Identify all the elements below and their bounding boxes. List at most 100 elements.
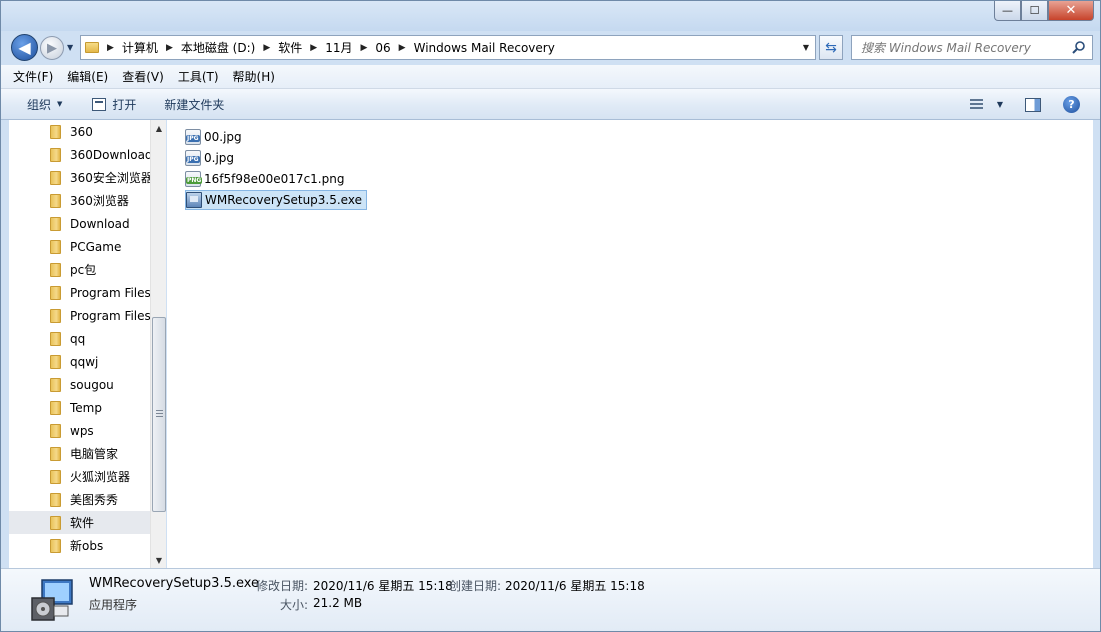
- sidebar-item-label: 360Download: [70, 147, 150, 162]
- forward-button[interactable]: ▶: [40, 36, 64, 60]
- sidebar-item[interactable]: Temp: [9, 396, 150, 419]
- file-name: 16f5f98e00e017c1.png: [204, 172, 345, 186]
- created-date-value: 2020/11/6 星期五 15:18: [505, 579, 645, 593]
- view-options-icon: [969, 99, 983, 110]
- sidebar-item[interactable]: PCGame: [9, 235, 150, 258]
- title-bar[interactable]: — ☐ ✕: [1, 1, 1100, 31]
- organize-label: 组织: [27, 97, 52, 112]
- menu-edit[interactable]: 编辑(E): [67, 68, 108, 85]
- sidebar-item[interactable]: Download: [9, 212, 150, 235]
- file-item[interactable]: 0.jpg: [185, 148, 238, 168]
- scroll-down-arrow[interactable]: ▼: [151, 552, 166, 568]
- file-item[interactable]: WMRecoverySetup3.5.exe: [185, 190, 367, 210]
- breadcrumb-software[interactable]: 软件: [278, 39, 302, 56]
- menu-view[interactable]: 查看(V): [122, 68, 164, 85]
- folder-icon: [85, 42, 99, 53]
- menu-tools[interactable]: 工具(T): [178, 68, 219, 85]
- open-button[interactable]: 打开: [84, 92, 144, 116]
- breadcrumb-computer[interactable]: 计算机: [122, 39, 158, 56]
- help-icon[interactable]: ?: [1063, 96, 1080, 113]
- sidebar-item[interactable]: 360安全浏览器: [9, 166, 150, 189]
- breadcrumb-november[interactable]: 11月: [325, 39, 352, 56]
- file-list[interactable]: 00.jpg 0.jpg 16f5f98e00e017c1.png WMRecover…: [167, 120, 1093, 568]
- open-label: 打开: [112, 97, 137, 112]
- scroll-up-arrow[interactable]: ▲: [151, 120, 166, 136]
- sidebar-item[interactable]: Program Files: [9, 304, 150, 327]
- file-item[interactable]: 00.jpg: [185, 127, 246, 147]
- sidebar-item[interactable]: 360浏览器: [9, 189, 150, 212]
- menu-bar: 文件(F) 编辑(E) 查看(V) 工具(T) 帮助(H): [1, 65, 1100, 89]
- search-icon[interactable]: [1072, 40, 1086, 54]
- breadcrumb-separator[interactable]: ▶: [310, 43, 317, 53]
- sidebar-item-label: qqwj: [70, 354, 99, 369]
- created-date-label: 创建日期:: [449, 579, 502, 593]
- navigation-pane: 360 360Download 360安全浏览器 360浏览器 Download PCGa…: [9, 120, 166, 568]
- address-row: ◀ ▶ ▼ ▶ 计算机 ▶ 本地磁盘 (D:) ▶ 软件 ▶ 11月 ▶ 06 …: [1, 31, 1100, 65]
- sidebar-item-label: 360: [70, 124, 93, 139]
- command-bar: 组织 ▼ 打开 新建文件夹 ▼ ?: [1, 89, 1100, 120]
- breadcrumb-separator[interactable]: ▶: [107, 43, 114, 53]
- sidebar-item[interactable]: Program Files: [9, 281, 150, 304]
- address-history-dropdown[interactable]: ▼: [803, 43, 809, 52]
- png-file-icon: [185, 171, 203, 187]
- breadcrumb-separator[interactable]: ▶: [166, 43, 173, 53]
- breadcrumb-separator[interactable]: ▶: [263, 43, 270, 53]
- recent-pages-dropdown[interactable]: ▼: [67, 43, 73, 52]
- sidebar-item[interactable]: qq: [9, 327, 150, 350]
- folder-icon: [50, 308, 61, 323]
- sidebar-item[interactable]: 美图秀秀: [9, 488, 150, 511]
- organize-button[interactable]: 组织 ▼: [19, 92, 70, 116]
- breadcrumb-current-folder[interactable]: Windows Mail Recovery: [414, 41, 555, 55]
- menu-file[interactable]: 文件(F): [13, 68, 53, 85]
- sidebar-item[interactable]: 火狐浏览器: [9, 465, 150, 488]
- sidebar-item[interactable]: 360: [9, 120, 150, 143]
- folder-icon: [50, 538, 61, 553]
- folder-icon: [50, 147, 61, 162]
- maximize-button[interactable]: ☐: [1021, 1, 1048, 21]
- new-folder-button[interactable]: 新建文件夹: [156, 92, 232, 116]
- sidebar-item[interactable]: 新obs: [9, 534, 150, 557]
- scroll-thumb[interactable]: [152, 317, 166, 512]
- navigation-scrollbar[interactable]: ▲ ▼: [150, 120, 166, 568]
- change-view-button[interactable]: ▼: [969, 99, 1003, 110]
- refresh-button[interactable]: ⇆: [819, 35, 843, 60]
- breadcrumb-separator[interactable]: ▶: [399, 43, 406, 53]
- sidebar-item-label: Download: [70, 216, 130, 231]
- folder-icon: [50, 423, 61, 438]
- sidebar-item-label: Program Files: [70, 285, 150, 300]
- back-button[interactable]: ◀: [11, 34, 38, 61]
- close-button[interactable]: ✕: [1048, 1, 1094, 21]
- folder-icon: [50, 377, 61, 392]
- sidebar-item[interactable]: sougou: [9, 373, 150, 396]
- toolbar-right: ▼ ?: [969, 89, 1100, 120]
- jpg-file-icon: [185, 150, 201, 166]
- folder-icon: [50, 400, 61, 415]
- breadcrumb-separator[interactable]: ▶: [360, 43, 367, 53]
- explorer-window: — ☐ ✕ ◀ ▶ ▼ ▶ 计算机 ▶ 本地磁盘 (D:) ▶ 软件 ▶ 11月…: [0, 0, 1101, 632]
- minimize-button[interactable]: —: [994, 1, 1021, 21]
- sidebar-item-label: 电脑管家: [70, 447, 119, 461]
- breadcrumb-drive-d[interactable]: 本地磁盘 (D:): [181, 39, 255, 56]
- breadcrumb-06[interactable]: 06: [375, 41, 390, 55]
- sidebar-item[interactable]: qqwj: [9, 350, 150, 373]
- search-input[interactable]: [861, 40, 1066, 55]
- sidebar-item[interactable]: 软件: [9, 511, 150, 534]
- menu-help[interactable]: 帮助(H): [233, 68, 275, 85]
- preview-pane-icon[interactable]: [1025, 97, 1041, 112]
- sidebar-item[interactable]: 电脑管家: [9, 442, 150, 465]
- sidebar-item[interactable]: pc包: [9, 258, 150, 281]
- sidebar-item-label: pc包: [70, 263, 97, 277]
- address-bar[interactable]: ▶ 计算机 ▶ 本地磁盘 (D:) ▶ 软件 ▶ 11月 ▶ 06 ▶ Wind…: [80, 35, 816, 60]
- sidebar-item[interactable]: 360Download: [9, 143, 150, 166]
- folder-icon: [50, 124, 61, 139]
- file-item[interactable]: 16f5f98e00e017c1.png: [185, 169, 348, 189]
- search-box[interactable]: [851, 35, 1093, 60]
- sidebar-item-label: 360安全浏览器: [70, 171, 150, 185]
- window-controls: — ☐ ✕: [994, 1, 1094, 21]
- sidebar-item-label: 360浏览器: [70, 194, 129, 208]
- file-name: 00.jpg: [204, 130, 242, 144]
- sidebar-item-label: 火狐浏览器: [70, 470, 131, 484]
- size-label: 大小:: [280, 598, 309, 612]
- modified-date-value: 2020/11/6 星期五 15:18: [313, 579, 453, 593]
- sidebar-item[interactable]: wps: [9, 419, 150, 442]
